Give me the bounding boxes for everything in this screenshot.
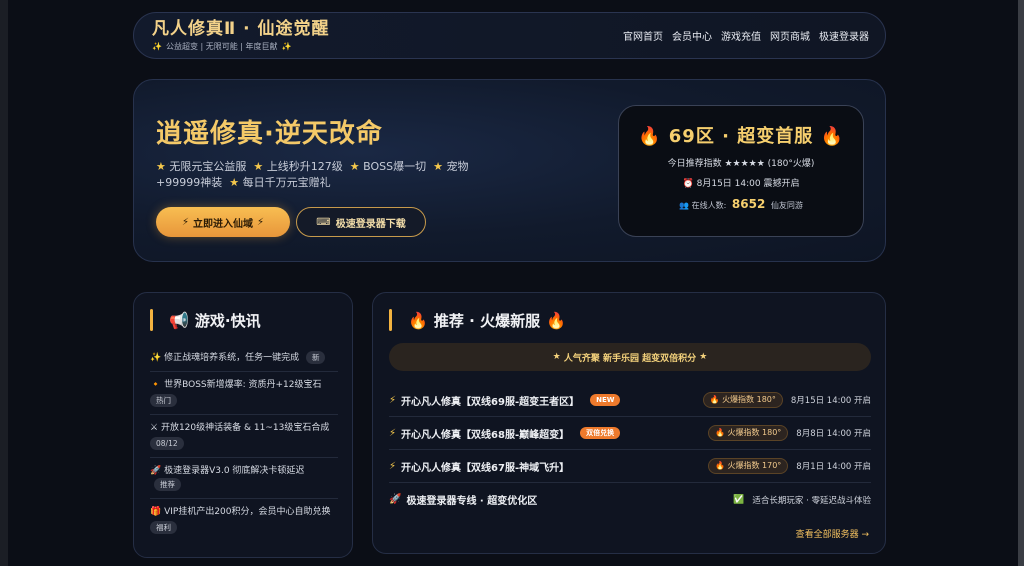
star-icon: ★ [156, 160, 166, 173]
news-title: 游戏·快讯 [194, 311, 261, 330]
server-row[interactable]: ⚡ 开心凡人修真【双线67服-神域飞升】 🔥 火爆指数 170° 8月1日 14… [389, 450, 871, 483]
news-tag: 推荐 [154, 478, 181, 491]
brand: 凡人修真Ⅱ · 仙途觉醒 ✨ 公益超变 | 无限可能 | 年度巨献 ✨ [152, 19, 330, 52]
fire-icon: 🔥 [408, 310, 428, 330]
news-header: 📢 游戏·快讯 [150, 309, 261, 331]
server-list: ⚡ 开心凡人修真【双线69服-超变王者区】 NEW 🔥 火爆指数 180° 8月… [389, 384, 871, 516]
fire-icon: 🔥 [546, 310, 566, 330]
news-tag: 新 [305, 351, 326, 364]
site-title: 凡人修真Ⅱ · 仙途觉醒 [152, 19, 330, 39]
heat-badge: 🔥 火爆指数 180° [707, 425, 789, 441]
left-edge [0, 0, 8, 566]
sparkle-icon: ✨ [150, 353, 162, 363]
rocket-icon: 🚀 [389, 494, 402, 505]
hero-section: 逍遥修真·逆天改命 ★ 无限元宝公益服 ★ 上线秒升127级 ★ BOSS爆一切… [133, 79, 886, 262]
server-row[interactable]: ⚡ 开心凡人修真【双线69服-超变王者区】 NEW 🔥 火爆指数 180° 8月… [389, 384, 871, 417]
sparkle-icon: ✨ [281, 42, 292, 51]
rocket-icon: 🚀 [150, 466, 162, 476]
servers-header: 🔥 推荐 · 火爆新服 🔥 [389, 309, 566, 331]
star-icon: ★ [253, 160, 264, 173]
server-row[interactable]: 🚀 极速登录器专线 · 超变优化区 ✅ 适合长期玩家 · 零延迟战斗体验 [389, 483, 871, 516]
open-time: ⏰ 8月15日 14:00 震撼开启 [682, 179, 800, 189]
promo-banner: ★ 人气齐聚 新手乐园 超变双倍积分 ★ [389, 343, 871, 371]
view-all-servers-link[interactable]: 查看全部服务器 → [796, 527, 869, 540]
news-panel: 📢 游戏·快讯 ✨ 修正战魂培养系统，任务一键完成 新 🔸 世界BOSS新增爆率… [133, 292, 353, 558]
star-icon: ★ [552, 352, 561, 362]
online-count: 👥 在线人数: 8652 仙友同游 [679, 197, 803, 211]
server-name: 极速登录器专线 · 超变优化区 [406, 496, 538, 507]
server-note: 适合长期玩家 · 零延迟战斗体验 [752, 495, 871, 506]
featured-server-card: 🔥 69区 · 超变首服 🔥 今日推荐指数 ★★★★★ (180°火爆) ⏰ 8… [618, 105, 864, 237]
scrollbar[interactable] [1018, 0, 1024, 566]
star-icon: ★ [349, 160, 360, 173]
download-launcher-button[interactable]: ⌨ 极速登录器下载 [296, 207, 426, 237]
heat-badge: 🔥 火爆指数 180° [702, 392, 783, 408]
keyboard-icon: ⌨ [316, 216, 331, 228]
alarm-clock-icon: ⏰ [682, 179, 694, 189]
recommend-index: 今日推荐指数 ★★★★★ (180°火爆) [667, 159, 815, 169]
open-time: 8月15日 14:00 开启 [790, 396, 871, 406]
news-tag: 热门 [150, 394, 177, 407]
diamond-icon: 🔸 [150, 380, 162, 390]
site-subtitle: ✨ 公益超变 | 无限可能 | 年度巨献 ✨ [152, 42, 292, 51]
news-tag: 08/12 [150, 437, 184, 450]
news-tag: 福利 [150, 521, 177, 534]
servers-panel: 🔥 推荐 · 火爆新服 🔥 ★ 人气齐聚 新手乐园 超变双倍积分 ★ ⚡ 开心凡… [372, 292, 886, 554]
lightning-icon: ⚡ [389, 394, 397, 406]
users-icon: 👥 [679, 201, 690, 210]
nav-launcher[interactable]: 极速登录器 [819, 28, 869, 43]
site-header: 凡人修真Ⅱ · 仙途觉醒 ✨ 公益超变 | 无限可能 | 年度巨献 ✨ 官网首页… [133, 12, 886, 59]
star-icon: ★ [229, 176, 240, 189]
hero-features: ★ 无限元宝公益服 ★ 上线秒升127级 ★ BOSS爆一切 ★ 宠物+9999… [156, 160, 469, 189]
servers-title: 推荐 · 火爆新服 [433, 311, 541, 330]
news-item[interactable]: ⚔ 开放120级神话装备 & 11~13级宝石合成 08/12 [150, 415, 338, 458]
news-list: ✨ 修正战魂培养系统，任务一键完成 新 🔸 世界BOSS新增爆率: 资质丹+12… [150, 345, 338, 541]
server-row[interactable]: ⚡ 开心凡人修真【双线68服-巅峰超变】 双倍兑换 🔥 火爆指数 180° 8月… [389, 417, 871, 450]
accent-bar [389, 309, 392, 331]
nav-home[interactable]: 官网首页 [623, 28, 663, 43]
open-time: 8月8日 14:00 开启 [796, 429, 871, 439]
news-item[interactable]: 🚀 极速登录器V3.0 彻底解决卡顿延迟 推荐 [150, 458, 338, 499]
news-item[interactable]: 🔸 世界BOSS新增爆率: 资质丹+12级宝石 热门 [150, 372, 338, 415]
enter-game-button[interactable]: ⚡ 立即进入仙域 ⚡ [156, 207, 290, 237]
gift-icon: 🎁 [150, 507, 162, 517]
server-name: 开心凡人修真【双线67服-神域飞升】 [401, 462, 570, 474]
main-nav: 官网首页 会员中心 游戏充值 网页商城 极速登录器 [623, 28, 869, 43]
lightning-icon: ⚡ [389, 427, 397, 439]
new-badge: NEW [590, 394, 621, 406]
hero-title: 逍遥修真·逆天改命 [156, 119, 383, 149]
accent-bar [150, 309, 153, 331]
star-icon: ★ [699, 352, 708, 362]
check-icon: ✅ [733, 494, 745, 505]
nav-member-center[interactable]: 会员中心 [672, 28, 712, 43]
nav-shop[interactable]: 网页商城 [770, 28, 810, 43]
lightning-icon: ⚡ [257, 216, 265, 228]
double-badge: 双倍兑换 [580, 427, 621, 439]
news-item[interactable]: ✨ 修正战魂培养系统，任务一键完成 新 [150, 345, 338, 372]
news-item[interactable]: 🎁 VIP挂机产出200积分，会员中心自助兑换 福利 [150, 499, 338, 541]
featured-server-title: 🔥 69区 · 超变首服 🔥 [638, 126, 844, 147]
sparkle-icon: ✨ [152, 42, 162, 51]
nav-recharge[interactable]: 游戏充值 [721, 28, 761, 43]
swords-icon: ⚔ [150, 423, 159, 433]
server-name: 开心凡人修真【双线68服-巅峰超变】 [401, 429, 570, 441]
lightning-icon: ⚡ [181, 216, 189, 228]
server-name: 开心凡人修真【双线69服-超变王者区】 [401, 396, 580, 408]
star-icon: ★ [433, 160, 443, 173]
open-time: 8月1日 14:00 开启 [796, 462, 871, 472]
fire-icon: 🔥 [638, 126, 662, 147]
heat-badge: 🔥 火爆指数 170° [707, 458, 789, 474]
lightning-icon: ⚡ [389, 460, 397, 472]
fire-icon: 🔥 [820, 126, 844, 147]
megaphone-icon: 📢 [169, 310, 189, 330]
